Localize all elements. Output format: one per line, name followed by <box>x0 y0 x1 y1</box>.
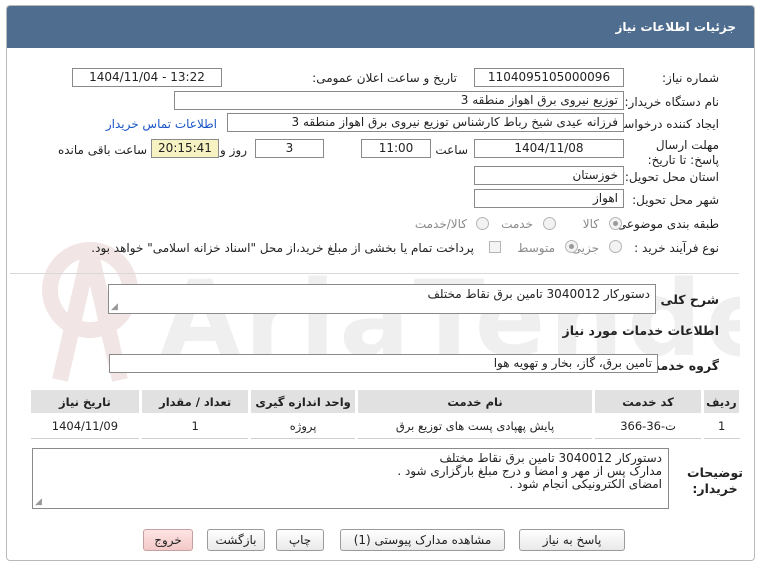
services-section-title: اطلاعات خدمات مورد نیاز <box>562 323 720 338</box>
need-number-field: 1104095105000096 <box>474 68 624 87</box>
buyer-org-field: توزیع نیروی برق اهواز منطقه 3 <box>174 91 624 110</box>
section-divider <box>10 273 739 274</box>
category-option-goods: کالا <box>582 217 599 231</box>
process-radio-medium[interactable] <box>565 240 578 253</box>
service-group-field: تامین برق، گاز، بخار و تهویه هوا <box>109 354 658 373</box>
cell-unit: پروژه <box>248 413 357 439</box>
process-radio-minor[interactable] <box>609 240 622 253</box>
column-header-quantity: تعداد / مقدار <box>138 389 251 414</box>
column-header-need-date: تاریخ نیاز <box>28 389 141 414</box>
cell-need-date: 1404/11/09 <box>28 413 141 439</box>
announce-date-label: تاریخ و ساعت اعلان عمومی: <box>312 71 457 85</box>
table-header-row: ردیف کد خدمت نام خدمت واحد اندازه گیری ت… <box>28 389 741 414</box>
column-header-unit: واحد اندازه گیری <box>248 389 357 414</box>
cell-service-code: ت-36-366 <box>592 413 703 439</box>
deadline-label: مهلت ارسال پاسخ: تا تاریخ: <box>647 138 719 167</box>
summary-value: دستورکار 3040012 تامین برق نقاط مختلف <box>427 287 650 301</box>
treasury-payment-checkbox[interactable] <box>489 241 501 253</box>
resize-grip-icon[interactable]: ◢ <box>111 303 118 312</box>
deadline-time-field: 11:00 <box>361 139 431 158</box>
treasury-payment-note: پرداخت تمام یا بخشی از مبلغ خرید،از محل … <box>91 241 474 255</box>
process-option-medium: متوسط <box>517 241 555 255</box>
buyer-notes-field: دستورکار 3040012 تامین برق نقاط مختلف مد… <box>32 448 669 509</box>
services-table: ردیف کد خدمت نام خدمت واحد اندازه گیری ت… <box>28 389 741 439</box>
column-header-row-number: ردیف <box>700 389 741 414</box>
deadline-time-label: ساعت <box>435 143 468 157</box>
province-label: استان محل تحویل: <box>624 170 719 184</box>
category-label: طبقه بندی موضوعی: <box>612 217 719 231</box>
view-attachments-button[interactable]: مشاهده مدارک پیوستی (1) <box>340 529 505 551</box>
deadline-date-field: 1404/11/08 <box>474 139 624 158</box>
summary-field: دستورکار 3040012 تامین برق نقاط مختلف ◢ <box>108 284 656 314</box>
city-label: شهر محل تحویل: <box>632 193 719 207</box>
remaining-time-field: 20:15:41 <box>151 139 219 158</box>
category-option-service: خدمت <box>501 217 533 231</box>
resize-grip-icon[interactable]: ◢ <box>35 498 42 507</box>
table-row: 1 ت-36-366 پایش پهپادی پست های توزیع برق… <box>28 413 740 439</box>
reply-button[interactable]: پاسخ به نیاز <box>519 529 625 551</box>
buyer-notes-line: امضای الکترونیکی انجام شود . <box>509 477 662 491</box>
process-type-label: نوع فرآیند خرید : <box>634 241 719 255</box>
column-header-service-code: کد خدمت <box>592 389 703 414</box>
buyer-notes-label-line1: توضیحات <box>687 465 743 480</box>
buyer-contact-link[interactable]: اطلاعات تماس خریدار <box>106 117 217 131</box>
announce-date-field: 1404/11/04 - 13:22 <box>72 68 222 87</box>
days-field: 3 <box>255 139 324 158</box>
province-field: خوزستان <box>474 166 624 185</box>
category-radio-goods-service[interactable] <box>476 217 489 230</box>
category-radio-service[interactable] <box>543 217 556 230</box>
buyer-org-label: نام دستگاه خریدار: <box>624 95 720 109</box>
column-header-service-name: نام خدمت <box>354 389 595 414</box>
buyer-notes-label: توضیحات خریدار: <box>687 465 743 497</box>
cell-service-name: پایش پهپادی پست های توزیع برق <box>354 413 594 439</box>
creator-label: ایجاد کننده درخواست: <box>608 117 719 131</box>
cell-row-number: 1 <box>700 413 740 439</box>
exit-button[interactable]: خروج <box>143 529 193 551</box>
creator-field: فرزانه عیدی شیخ رباط کارشناس توزیع نیروی… <box>227 113 624 132</box>
back-button[interactable]: بازگشت <box>207 529 265 551</box>
remaining-time-label: ساعت باقی مانده <box>57 143 147 157</box>
category-option-goods-service: کالا/خدمت <box>414 217 467 231</box>
page-title: جزئیات اطلاعات نیاز <box>7 6 754 48</box>
city-field: اهواز <box>474 189 624 208</box>
buyer-notes-label-line2: خریدار: <box>692 481 738 496</box>
days-label: روز و <box>220 143 247 157</box>
category-radio-goods[interactable] <box>609 217 622 230</box>
need-number-label: شماره نیاز: <box>662 71 719 85</box>
cell-quantity: 1 <box>138 413 250 439</box>
print-button[interactable]: چاپ <box>276 529 324 551</box>
